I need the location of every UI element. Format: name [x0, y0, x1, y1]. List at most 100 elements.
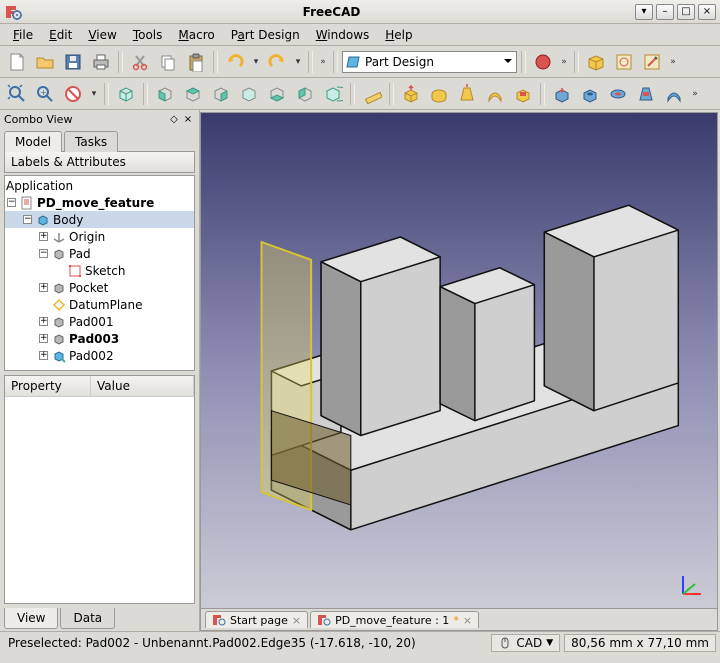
combo-top-tabs: Model Tasks: [0, 128, 199, 151]
tree-pad[interactable]: −Pad: [5, 245, 194, 262]
menu-view[interactable]: View: [81, 26, 123, 44]
workbench-label: Part Design: [365, 55, 434, 69]
menu-tools[interactable]: Tools: [126, 26, 170, 44]
menu-help[interactable]: Help: [378, 26, 419, 44]
print-button[interactable]: [88, 49, 114, 75]
macro-record-button[interactable]: [530, 49, 556, 75]
menu-windows[interactable]: Windows: [309, 26, 377, 44]
revolution-button[interactable]: [426, 81, 452, 107]
save-button[interactable]: [60, 49, 86, 75]
close-tab-icon[interactable]: ×: [463, 614, 472, 627]
view-front-button[interactable]: [152, 81, 178, 107]
undo-dropdown[interactable]: ▾: [250, 57, 262, 67]
tree-document[interactable]: −PD_move_feature: [5, 194, 194, 211]
body-icon: [35, 212, 50, 227]
toolbar-2: + ▾ »: [0, 78, 720, 110]
separator: [118, 51, 123, 73]
tab-data[interactable]: Data: [60, 608, 115, 629]
toolbar1-overflow-3[interactable]: »: [667, 57, 679, 67]
tree-pad002[interactable]: +Pad002: [5, 347, 194, 364]
menu-part-design[interactable]: Part Design: [224, 26, 307, 44]
view-bottom-button[interactable]: [264, 81, 290, 107]
groove-button[interactable]: [605, 81, 631, 107]
status-nav-mode[interactable]: CAD ▼: [491, 634, 560, 652]
tree-pocket[interactable]: +Pocket: [5, 279, 194, 296]
tree-body[interactable]: −Body: [5, 211, 194, 228]
view-left-button[interactable]: [292, 81, 318, 107]
tree-pad001[interactable]: +Pad001: [5, 313, 194, 330]
combo-view-title: Combo View: [4, 113, 72, 126]
redo-dropdown[interactable]: ▾: [292, 57, 304, 67]
menu-edit[interactable]: Edit: [42, 26, 79, 44]
view-iso-button[interactable]: [113, 81, 139, 107]
view-top-button[interactable]: [180, 81, 206, 107]
separator: [104, 83, 109, 105]
fit-all-button[interactable]: [4, 81, 30, 107]
doc-tab-start-page[interactable]: Start page ×: [205, 611, 308, 628]
workbench-selector[interactable]: Part Design: [342, 51, 517, 73]
open-file-button[interactable]: [32, 49, 58, 75]
tree-view[interactable]: Application −PD_move_feature −Body +Orig…: [4, 175, 195, 371]
subtractive-pipe-button[interactable]: [661, 81, 687, 107]
draw-style-button[interactable]: [60, 81, 86, 107]
pad-icon: [51, 246, 66, 261]
create-sketch-button[interactable]: [611, 49, 637, 75]
labels-attributes-header[interactable]: Labels & Attributes: [4, 151, 195, 173]
paste-button[interactable]: [183, 49, 209, 75]
minimize-button[interactable]: –: [656, 4, 674, 20]
tree-sketch[interactable]: Sketch: [5, 262, 194, 279]
tree-application[interactable]: Application: [5, 177, 194, 194]
pocket-feature-button[interactable]: [549, 81, 575, 107]
view-right-button[interactable]: [208, 81, 234, 107]
edit-sketch-button[interactable]: [639, 49, 665, 75]
3d-view[interactable]: Start page × PD_move_feature : 1* ×: [200, 112, 718, 631]
tree-pad003[interactable]: +Pad003: [5, 330, 194, 347]
separator: [333, 51, 338, 73]
3d-model-render: [201, 113, 717, 630]
combo-view: Combo View ◇ × Model Tasks Labels & Attr…: [0, 110, 200, 631]
create-body-button[interactable]: [583, 49, 609, 75]
undo-button[interactable]: [222, 49, 248, 75]
new-file-button[interactable]: [4, 49, 30, 75]
sweep-button[interactable]: [482, 81, 508, 107]
origin-icon: [51, 229, 66, 244]
subtractive-loft-button[interactable]: [633, 81, 659, 107]
view-rear-button[interactable]: [236, 81, 262, 107]
combo-close-button[interactable]: ×: [181, 112, 195, 126]
status-dimensions: 80,56 mm x 77,10 mm: [564, 634, 716, 652]
separator: [574, 51, 579, 73]
draw-style-dropdown[interactable]: ▾: [88, 89, 100, 99]
fit-selection-button[interactable]: +: [32, 81, 58, 107]
property-panel: Property Value: [4, 375, 195, 604]
wedge-button[interactable]: ▾: [635, 4, 653, 20]
hole-button[interactable]: [577, 81, 603, 107]
menu-macro[interactable]: Macro: [171, 26, 221, 44]
toolbar1-overflow[interactable]: »: [317, 57, 329, 67]
close-tab-icon[interactable]: ×: [292, 614, 301, 627]
doc-tab-label: PD_move_feature : 1: [335, 614, 449, 627]
redo-button[interactable]: [264, 49, 290, 75]
property-column-header[interactable]: Property: [5, 376, 91, 396]
loft-button[interactable]: [454, 81, 480, 107]
pocket-button[interactable]: [510, 81, 536, 107]
tab-tasks[interactable]: Tasks: [64, 131, 118, 152]
measure-button[interactable]: [359, 81, 385, 107]
toolbar1-overflow-2[interactable]: »: [558, 57, 570, 67]
combo-float-button[interactable]: ◇: [167, 112, 181, 126]
maximize-button[interactable]: □: [677, 4, 695, 20]
tree-origin[interactable]: +Origin: [5, 228, 194, 245]
pad-button[interactable]: [398, 81, 424, 107]
doc-tab-pd-move-feature[interactable]: PD_move_feature : 1* ×: [310, 611, 479, 628]
view-rotate-button[interactable]: [320, 81, 346, 107]
tab-model[interactable]: Model: [4, 131, 62, 152]
toolbar2-overflow[interactable]: »: [689, 89, 701, 99]
value-column-header[interactable]: Value: [91, 376, 194, 396]
pad002-icon: [51, 348, 66, 363]
tree-datumplane[interactable]: DatumPlane: [5, 296, 194, 313]
cut-button[interactable]: [127, 49, 153, 75]
copy-button[interactable]: [155, 49, 181, 75]
menu-file[interactable]: File: [6, 26, 40, 44]
close-window-button[interactable]: ×: [698, 4, 716, 20]
datumplane-icon: [51, 297, 66, 312]
tab-view[interactable]: View: [4, 608, 58, 629]
